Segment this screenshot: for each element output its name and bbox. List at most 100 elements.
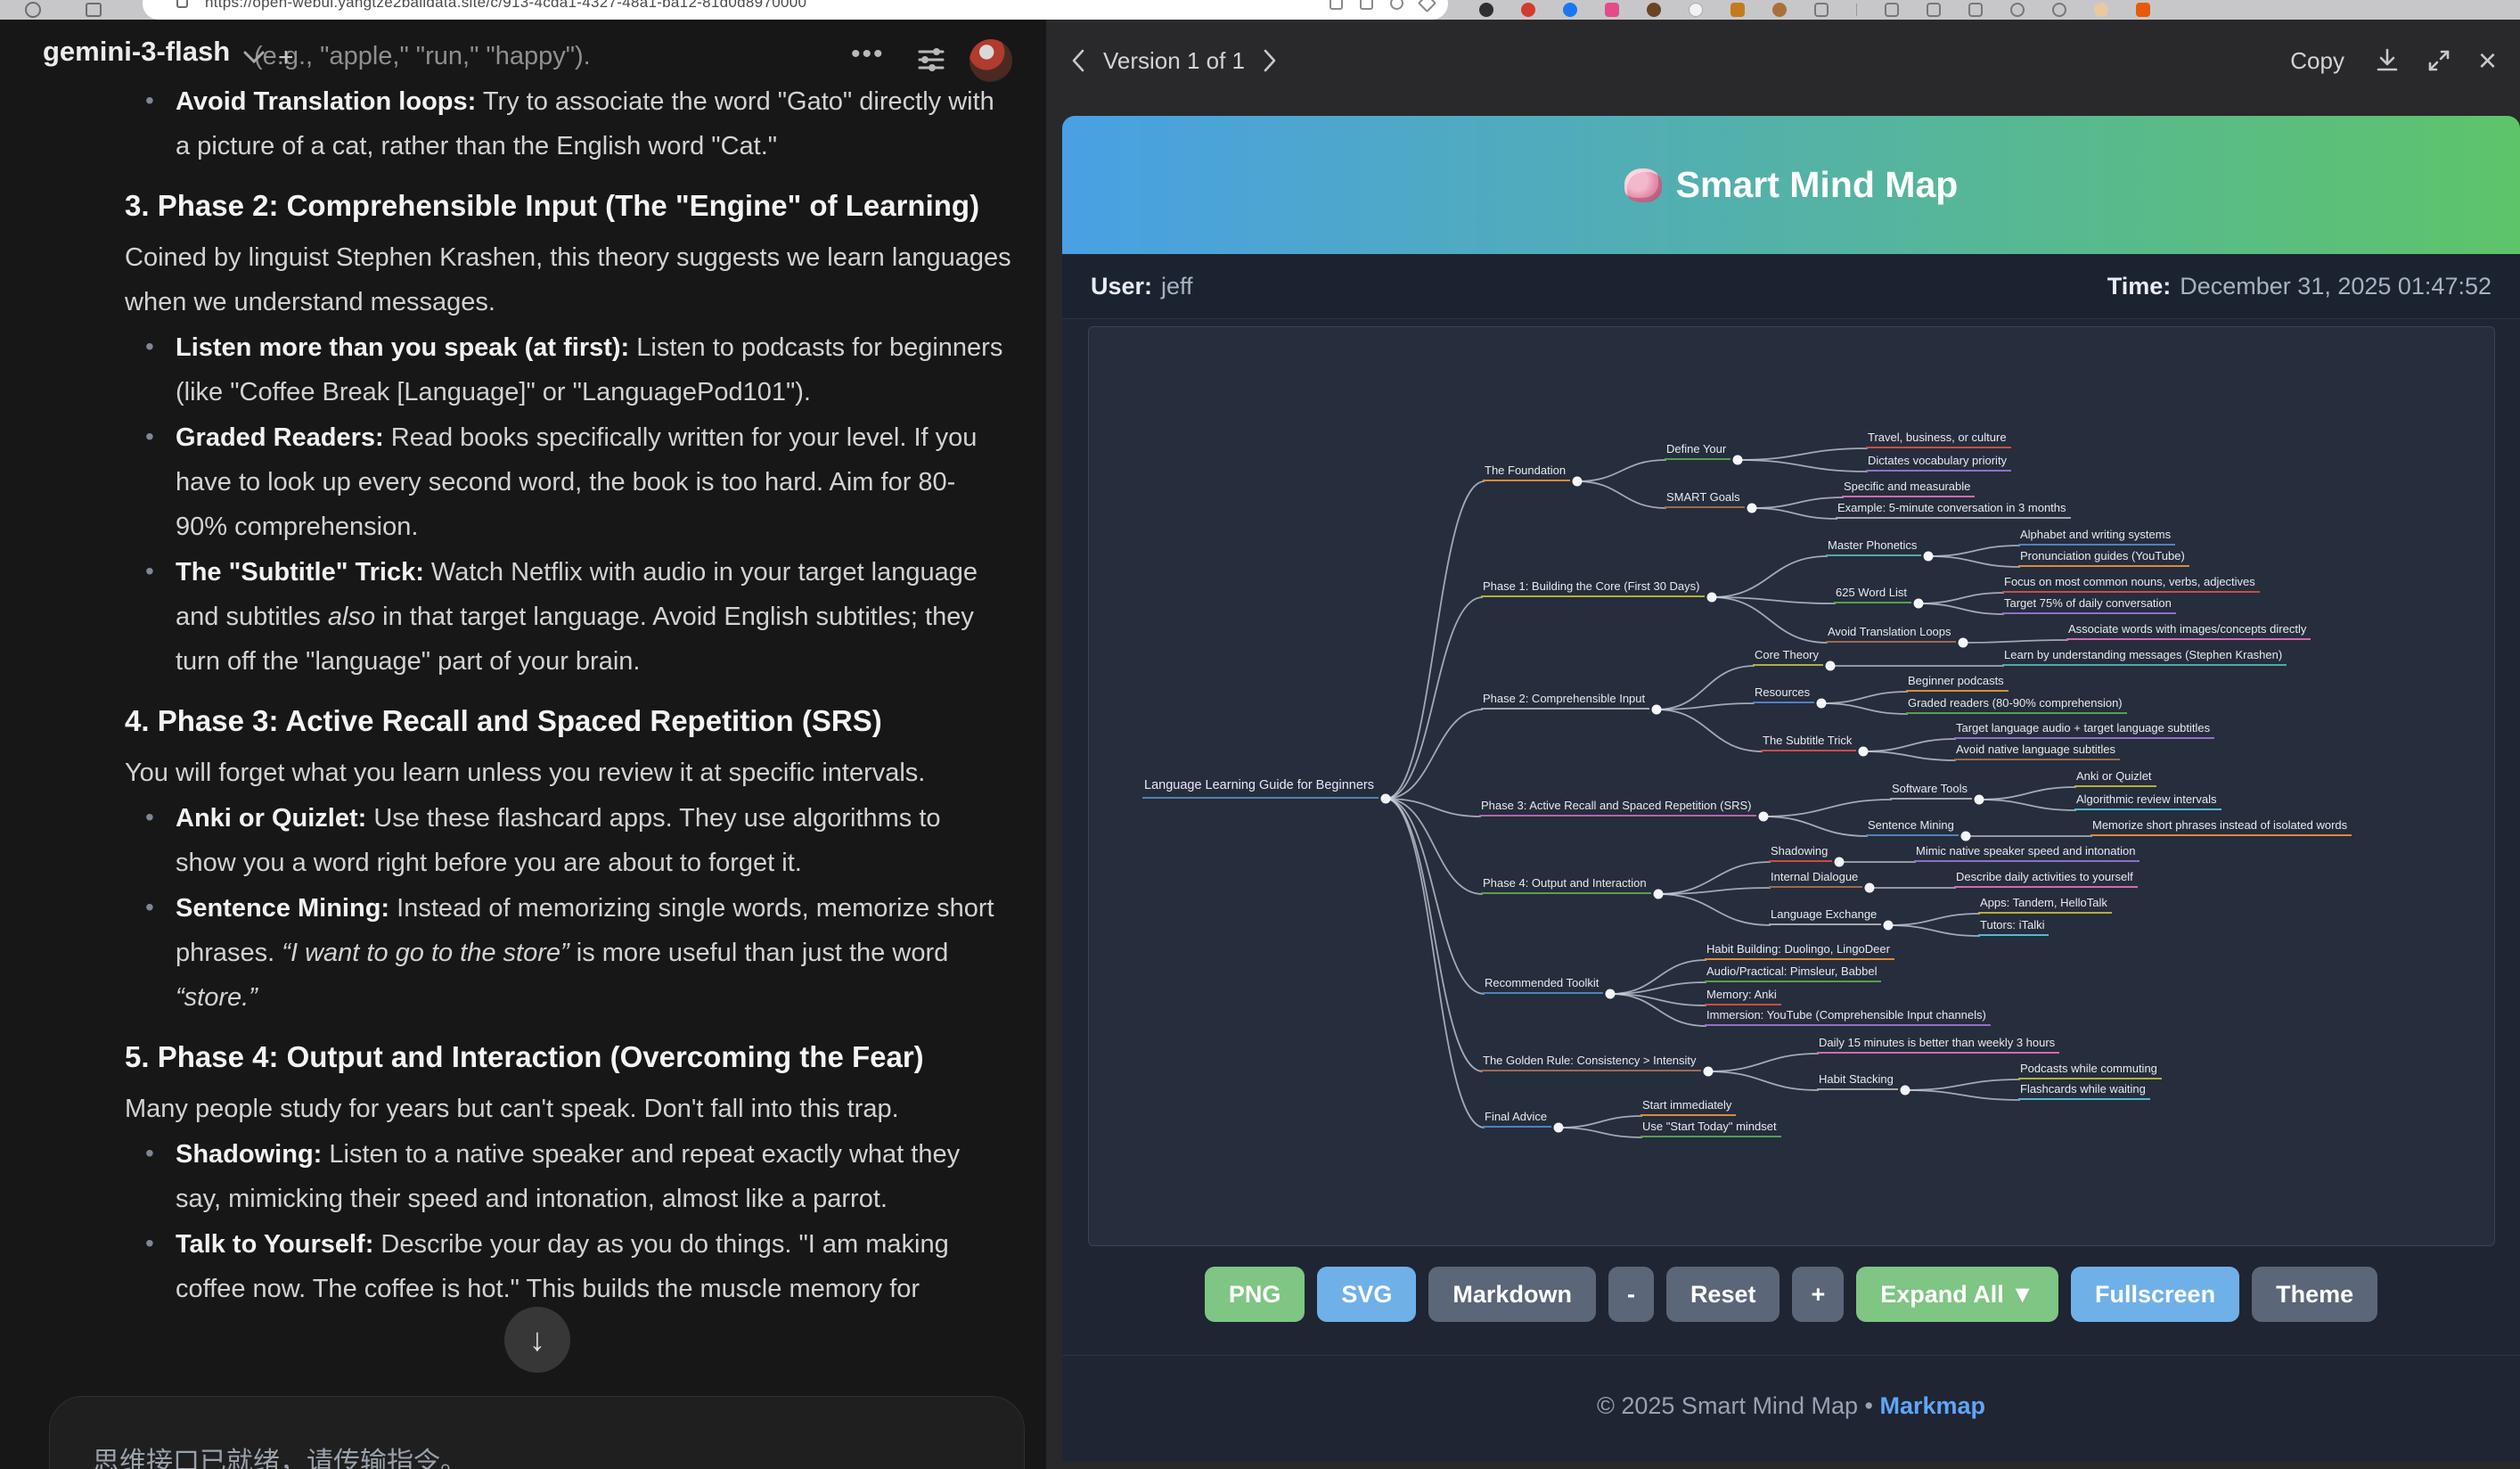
mindmap-node[interactable]: Apps: Tandem, HelloTalk [1978,895,2112,914]
outline-extension-icon[interactable] [2010,3,2025,17]
mindmap-node[interactable]: Beginner podcasts [1906,673,2009,692]
mindmap-node[interactable]: Learn by understanding messages (Stephen… [2002,647,2287,666]
glasses-extension-icon[interactable] [1479,3,1493,17]
mindmap-node[interactable]: Avoid native language subtitles [1954,742,2120,760]
mindmap-node[interactable]: 625 Word List [1834,585,1911,603]
mindmap-node[interactable]: Master Phonetics [1826,538,1921,556]
mindmap-node[interactable]: Tutors: iTalki [1978,917,2049,936]
mindmap-node[interactable]: Core Theory [1753,647,1823,666]
mindmap-node[interactable]: Avoid Translation Loops [1826,624,1956,643]
mindmap-node[interactable]: The Subtitle Trick [1761,733,1856,751]
red-extension-icon[interactable] [1521,3,1535,17]
mindmap-node[interactable]: Dictates vocabulary priority [1866,453,2011,472]
mindmap-canvas[interactable]: Language Learning Guide for Beginners The… [1088,326,2495,1246]
mindmap-node[interactable]: SMART Goals [1665,489,1745,508]
copy-button[interactable]: Copy [2290,47,2344,75]
mindmap-node[interactable]: The Foundation [1483,463,1570,481]
previous-version-button[interactable] [1071,49,1085,72]
mindmap-node[interactable]: Specific and measurable [1842,479,1975,497]
close-icon[interactable]: × [2478,52,2497,70]
mindmap-node[interactable]: Use "Start Today" mindset [1640,1119,1781,1137]
mindmap-node[interactable]: Sentence Mining [1866,817,1959,836]
mindmap-node[interactable]: Target language audio + target language … [1954,720,2214,739]
mindmap-node[interactable]: Alphabet and writing systems [2018,527,2175,546]
mindmap-node[interactable]: Immersion: YouTube (Comprehensible Input… [1705,1007,1991,1026]
reset-button[interactable]: Reset [1666,1267,1780,1322]
mindmap-node[interactable]: Phase 1: Building the Core (First 30 Day… [1481,579,1705,597]
markdown-export-button[interactable]: Markdown [1428,1267,1596,1322]
theme-button[interactable]: Theme [2252,1267,2377,1322]
expand-all-button[interactable]: Expand All ▼ [1856,1267,2058,1322]
more-options-button[interactable]: ••• [851,39,885,70]
mindmap-node[interactable]: Mimic native speaker speed and intonatio… [1914,843,2140,862]
svg-export-button[interactable]: SVG [1317,1267,1416,1322]
mindmap-node[interactable]: Graded readers (80-90% comprehension) [1906,695,2127,714]
mindmap-node[interactable]: Start immediately [1640,1097,1736,1116]
mindmap-node[interactable]: Daily 15 minutes is better than weekly 3… [1817,1035,2059,1054]
outline-extension-icon[interactable] [1814,3,1829,17]
monkey-extension-icon[interactable] [1647,3,1661,17]
address-bar[interactable]: https://open-webui.yangtze2balidata.site… [143,0,1448,20]
panda-extension-icon[interactable] [1689,3,1703,17]
mindmap-node[interactable]: Define Your [1665,441,1730,460]
notebook-extension-icon[interactable] [1730,3,1745,17]
mindmap-node[interactable]: Habit Building: Duolingo, LingoDeer [1705,941,1894,960]
mindmap-node[interactable]: Habit Stacking [1817,1071,1898,1090]
mindmap-node[interactable]: Podcasts while commuting [2018,1061,2162,1079]
mindmap-node[interactable]: Recommended Toolkit [1483,975,1603,994]
mindmap-node[interactable]: Shadowing [1769,843,1832,862]
mindmap-node[interactable]: Phase 3: Active Recall and Spaced Repeti… [1479,798,1756,817]
mindmap-node[interactable]: Travel, business, or culture [1866,430,2011,448]
fullscreen-button[interactable]: Fullscreen [2071,1267,2239,1322]
zoom-in-button[interactable]: + [1792,1267,1844,1322]
mindmap-node[interactable]: Example: 5-minute conversation in 3 mont… [1836,500,2071,519]
new-chat-button[interactable]: + [278,43,294,73]
mindmap-node[interactable]: Audio/Practical: Pimsleur, Babbel [1705,964,1881,982]
mindmap-node[interactable]: Internal Dialogue [1769,869,1862,888]
chevron-down-icon[interactable] [242,50,266,64]
mindmap-node[interactable]: Language Exchange [1769,907,1881,925]
mindmap-node[interactable]: Phase 4: Output and Interaction [1481,875,1651,894]
download-icon[interactable] [2375,47,2400,74]
outline-extension-icon[interactable] [1968,3,1983,17]
outline-extension-icon[interactable] [1927,3,1941,17]
mindmap-node[interactable]: The Golden Rule: Consistency > Intensity [1481,1053,1701,1071]
next-version-button[interactable] [1263,49,1277,72]
mindmap-node[interactable]: Focus on most common nouns, verbs, adjec… [2002,574,2260,593]
mindmap-node[interactable]: Anki or Quizlet [2074,768,2156,787]
mindmap-node[interactable]: Memory: Anki [1705,987,1781,1005]
scroll-to-bottom-button[interactable]: ↓ [504,1307,570,1373]
outline-extension-icon[interactable] [1885,3,1899,17]
mindmap-node[interactable]: Resources [1753,685,1814,703]
mindmap-node[interactable]: Phase 2: Comprehensible Input [1481,691,1649,710]
markmap-link[interactable]: Markmap [1879,1392,1985,1419]
chat-input[interactable]: 思维接口已就绪，请传输指令。 [49,1396,1025,1469]
zoom-out-button[interactable]: - [1608,1267,1654,1322]
ape-extension-icon[interactable] [1772,3,1787,17]
browser-brand-icon[interactable] [2136,3,2150,17]
mindmap-node[interactable]: Target 75% of daily conversation [2002,595,2176,614]
search-icon[interactable] [1390,0,1403,10]
mindmap-node[interactable]: Language Learning Guide for Beginners [1142,777,1379,799]
mindmap-node[interactable]: Associate words with images/concepts dir… [2066,621,2311,640]
mindmap-node[interactable]: Flashcards while waiting [2018,1081,2150,1100]
user-avatar[interactable] [970,39,1012,82]
reader-mode-icon[interactable] [1330,0,1343,10]
site-info-icon[interactable] [176,0,188,8]
apps-grid-icon[interactable] [86,3,102,17]
mindmap-node[interactable]: Algorithmic review intervals [2074,792,2221,810]
png-export-button[interactable]: PNG [1205,1267,1305,1322]
mindmap-node[interactable]: Pronunciation guides (YouTube) [2018,548,2189,567]
mindmap-node[interactable]: Describe daily activities to yourself [1954,869,2138,888]
profile-avatar-icon[interactable] [2094,3,2108,17]
translate-icon[interactable] [1360,0,1373,10]
mindmap-node[interactable]: Final Advice [1483,1109,1551,1128]
blue-extension-icon[interactable] [1563,3,1577,17]
model-selector[interactable]: gemini-3-flash [43,36,230,68]
mindmap-node[interactable]: Memorize short phrases instead of isolat… [2090,817,2352,836]
bookmark-star-icon[interactable] [1418,0,1436,12]
controls-sliders-icon[interactable] [916,45,946,75]
open-fullscreen-icon[interactable] [2426,48,2451,73]
outline-extension-icon[interactable] [2052,3,2066,17]
reload-icon[interactable] [25,2,41,18]
